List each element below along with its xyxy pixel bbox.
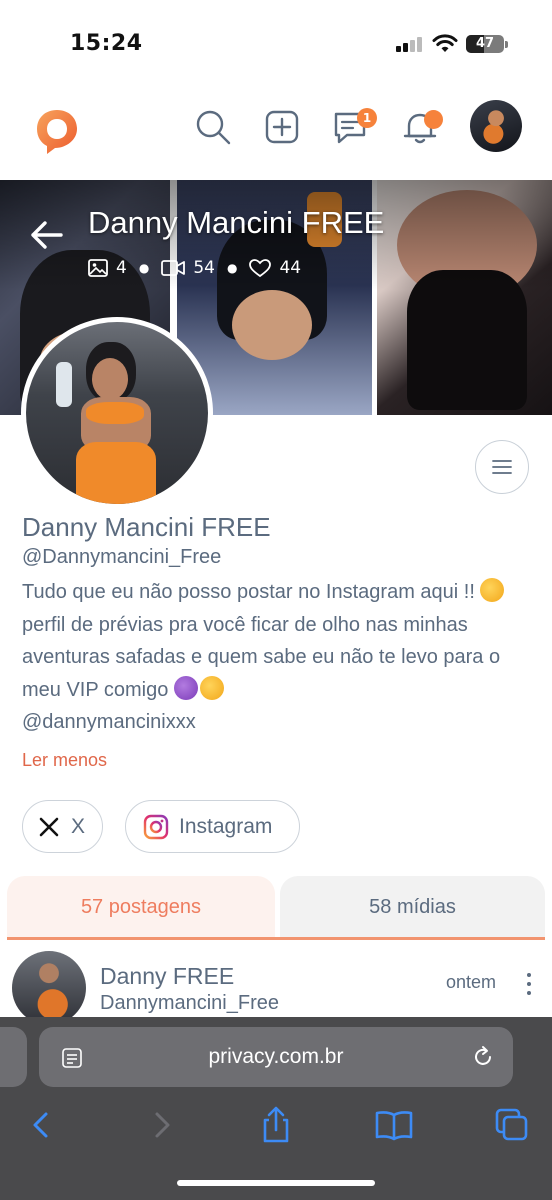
menu-icon bbox=[492, 460, 512, 474]
instagram-social-button[interactable]: Instagram bbox=[125, 800, 300, 853]
instagram-icon bbox=[143, 814, 169, 839]
video-icon bbox=[161, 260, 186, 276]
profile-name: Danny Mancini FREE bbox=[22, 512, 271, 542]
x-logo-icon bbox=[39, 817, 59, 836]
add-post-icon[interactable] bbox=[262, 107, 302, 147]
status-time: 15:24 bbox=[70, 31, 143, 56]
back-icon[interactable] bbox=[22, 1105, 62, 1145]
home-indicator bbox=[177, 1180, 375, 1186]
wifi-icon bbox=[432, 34, 458, 52]
browser-toolbar: privacy.com.br bbox=[0, 1017, 552, 1200]
battery-level: 47 bbox=[475, 36, 495, 51]
bookmarks-icon[interactable] bbox=[374, 1105, 414, 1145]
messages-badge: 1 bbox=[357, 108, 377, 128]
shushing-emoji-icon bbox=[480, 578, 505, 602]
active-tab-indicator bbox=[7, 937, 545, 940]
url-text: privacy.com.br bbox=[208, 1045, 344, 1068]
devil-emoji-icon bbox=[173, 675, 198, 700]
tab-posts[interactable]: 57 postagens bbox=[7, 876, 275, 938]
photos-count: 4 bbox=[116, 258, 127, 278]
messages-button[interactable]: 1 bbox=[330, 107, 380, 153]
forward-icon[interactable] bbox=[141, 1105, 181, 1145]
photo-icon bbox=[88, 259, 108, 277]
previous-tab-peek[interactable] bbox=[0, 1027, 27, 1087]
tongue-emoji-icon bbox=[199, 675, 224, 700]
heart-icon bbox=[249, 258, 272, 277]
tab-media[interactable]: 58 mídias bbox=[280, 876, 545, 938]
logo-icon[interactable] bbox=[33, 107, 81, 157]
address-bar[interactable]: privacy.com.br bbox=[39, 1027, 513, 1087]
post-timestamp: ontem bbox=[446, 972, 497, 992]
notification-dot bbox=[424, 110, 443, 129]
read-less-link[interactable]: Ler menos bbox=[22, 750, 107, 771]
post-author-avatar[interactable] bbox=[12, 951, 86, 1025]
post-author-name[interactable]: Danny FREE bbox=[100, 963, 234, 990]
likes-count: 44 bbox=[279, 258, 302, 278]
top-navigation: 1 bbox=[0, 90, 552, 180]
bio-mention[interactable]: @dannymancinixxx bbox=[22, 711, 196, 733]
more-vertical-icon[interactable] bbox=[524, 971, 534, 997]
x-social-label: X bbox=[71, 814, 86, 838]
reload-icon[interactable] bbox=[471, 1045, 495, 1069]
profile-stats: 4 ● 54 ● 44 bbox=[88, 257, 301, 279]
battery-icon: 47 bbox=[466, 35, 504, 53]
cover-title: Danny Mancini FREE bbox=[88, 205, 385, 240]
bio-text-2: perfil de prévias pra você ficar de olho… bbox=[22, 613, 501, 701]
signal-icon bbox=[396, 36, 424, 52]
instagram-social-label: Instagram bbox=[179, 814, 273, 838]
bio-text-1: Tudo que eu não posso postar no Instagra… bbox=[22, 581, 481, 603]
profile-avatar[interactable] bbox=[21, 317, 213, 509]
profile-handle: @Dannymancini_Free bbox=[22, 546, 222, 568]
user-avatar[interactable] bbox=[470, 100, 522, 152]
back-arrow-icon[interactable] bbox=[30, 220, 64, 250]
search-icon[interactable] bbox=[193, 107, 233, 147]
profile-bio: Tudo que eu não posso postar no Instagra… bbox=[22, 576, 537, 739]
x-social-button[interactable]: X bbox=[22, 800, 103, 853]
status-bar: 15:24 47 bbox=[0, 0, 552, 90]
share-icon[interactable] bbox=[256, 1105, 296, 1145]
profile-menu-button[interactable] bbox=[475, 440, 529, 494]
videos-count: 54 bbox=[193, 258, 215, 278]
notifications-button[interactable] bbox=[400, 107, 446, 151]
tabs-icon[interactable] bbox=[492, 1105, 532, 1145]
post-author-handle: Dannymancini_Free bbox=[100, 992, 279, 1014]
